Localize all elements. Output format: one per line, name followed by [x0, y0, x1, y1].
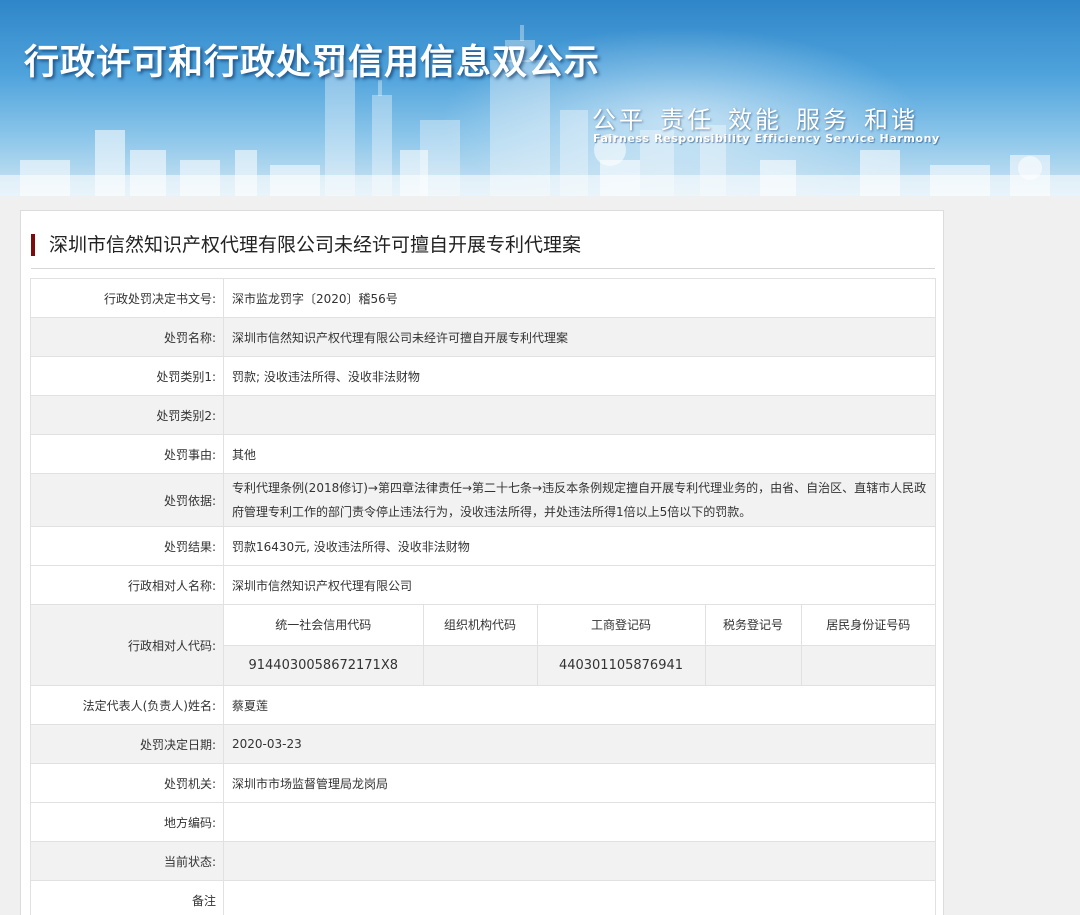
field-value: 深圳市信然知识产权代理有限公司未经许可擅自开展专利代理案 [223, 317, 936, 357]
codes-cell: 统一社会信用代码 组织机构代码 工商登记码 税务登记号 居民身份证号码 9144… [223, 604, 936, 686]
field-value: 2020-03-23 [223, 724, 936, 764]
table-row: 当前状态: [30, 841, 936, 881]
site-title: 行政许可和行政处罚信用信息双公示 [24, 43, 601, 83]
slogan-word: 服务 [796, 106, 850, 134]
table-row: 处罚决定日期: 2020-03-23 [30, 724, 936, 764]
table-row: 处罚类别1: 罚款; 没收违法所得、没收非法财物 [30, 356, 936, 396]
field-label: 行政相对人代码: [30, 604, 224, 686]
city-skyline-illustration [0, 25, 1080, 196]
field-value [223, 880, 936, 915]
field-value [223, 395, 936, 435]
field-value: 蔡夏莲 [223, 685, 936, 725]
field-value: 其他 [223, 434, 936, 474]
field-value: 深市监龙罚字〔2020〕稽56号 [223, 278, 936, 318]
slogan-word: 和谐 [864, 106, 918, 134]
field-value: 深圳市市场监督管理局龙岗局 [223, 763, 936, 803]
field-label: 备注 [30, 880, 224, 915]
codes-value: 440301105876941 [536, 645, 705, 685]
table-row: 行政相对人名称: 深圳市信然知识产权代理有限公司 [30, 565, 936, 605]
codes-header-row: 统一社会信用代码 组织机构代码 工商登记码 税务登记号 居民身份证号码 [224, 605, 935, 646]
field-label: 处罚类别2: [30, 395, 224, 435]
codes-header: 统一社会信用代码 [224, 605, 423, 646]
field-label: 行政相对人名称: [30, 565, 224, 605]
field-value [223, 841, 936, 881]
codes-value-row: 9144030058672171X8 440301105876941 [224, 645, 935, 685]
table-row: 处罚机关: 深圳市市场监督管理局龙岗局 [30, 763, 936, 803]
codes-header: 居民身份证号码 [800, 605, 935, 646]
table-row: 处罚依据: 专利代理条例(2018修订)→第四章法律责任→第二十七条→违反本条例… [30, 473, 936, 527]
field-label: 当前状态: [30, 841, 224, 881]
table-row: 处罚事由: 其他 [30, 434, 936, 474]
field-label: 行政处罚决定书文号: [30, 278, 224, 318]
field-value: 罚款16430元, 没收违法所得、没收非法财物 [223, 526, 936, 566]
table-row: 备注 [30, 880, 936, 915]
codes-header: 组织机构代码 [422, 605, 537, 646]
codes-value [422, 645, 537, 685]
header-banner: 行政许可和行政处罚信用信息双公示 公平 责任 效能 服务 和谐 Fairness Res… [0, 0, 1080, 196]
field-label: 处罚决定日期: [30, 724, 224, 764]
field-label: 处罚机关: [30, 763, 224, 803]
slogan-word: 公平 [592, 106, 646, 134]
codes-value [704, 645, 801, 685]
slogan-word: 效能 [728, 106, 782, 134]
table-row: 行政相对人代码: 统一社会信用代码 组织机构代码 工商登记码 税务登记号 居民身… [30, 604, 936, 686]
field-label: 处罚事由: [30, 434, 224, 474]
table-row: 处罚名称: 深圳市信然知识产权代理有限公司未经许可擅自开展专利代理案 [30, 317, 936, 357]
codes-table: 统一社会信用代码 组织机构代码 工商登记码 税务登记号 居民身份证号码 9144… [224, 605, 935, 685]
case-title: 深圳市信然知识产权代理有限公司未经许可擅自开展专利代理案 [31, 231, 935, 269]
field-label: 处罚依据: [30, 473, 224, 527]
field-value: 专利代理条例(2018修订)→第四章法律责任→第二十七条→违反本条例规定擅自开展… [223, 473, 936, 527]
case-detail-panel: 深圳市信然知识产权代理有限公司未经许可擅自开展专利代理案 行政处罚决定书文号: … [20, 210, 944, 915]
field-label: 处罚类别1: [30, 356, 224, 396]
slogan: 公平 责任 效能 服务 和谐 [592, 100, 932, 135]
case-info-table: 行政处罚决定书文号: 深市监龙罚字〔2020〕稽56号 处罚名称: 深圳市信然知… [30, 278, 936, 915]
table-row: 处罚结果: 罚款16430元, 没收违法所得、没收非法财物 [30, 526, 936, 566]
field-label: 地方编码: [30, 802, 224, 842]
field-label: 法定代表人(负责人)姓名: [30, 685, 224, 725]
field-label: 处罚名称: [30, 317, 224, 357]
codes-header: 税务登记号 [704, 605, 801, 646]
codes-header: 工商登记码 [536, 605, 705, 646]
slogan-english: Fairness Responsibility Efficiency Servi… [593, 132, 940, 145]
table-row: 处罚类别2: [30, 395, 936, 435]
field-value [223, 802, 936, 842]
field-value: 深圳市信然知识产权代理有限公司 [223, 565, 936, 605]
table-row: 地方编码: [30, 802, 936, 842]
field-value: 罚款; 没收违法所得、没收非法财物 [223, 356, 936, 396]
field-label: 处罚结果: [30, 526, 224, 566]
slogan-word: 责任 [660, 106, 714, 134]
table-row: 法定代表人(负责人)姓名: 蔡夏莲 [30, 685, 936, 725]
table-row: 行政处罚决定书文号: 深市监龙罚字〔2020〕稽56号 [30, 278, 936, 318]
codes-value: 9144030058672171X8 [224, 645, 423, 685]
codes-value [800, 645, 935, 685]
